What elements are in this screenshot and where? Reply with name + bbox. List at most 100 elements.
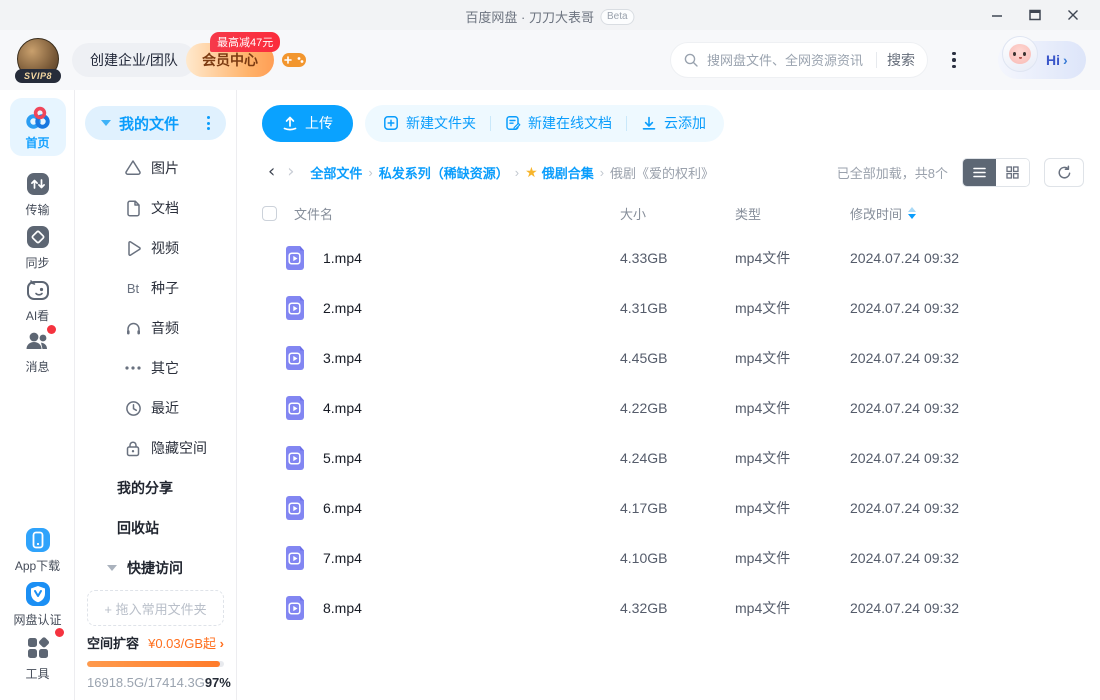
window-controls bbox=[978, 0, 1092, 30]
file-name: 8.mp4 bbox=[323, 600, 362, 616]
file-size: 4.33GB bbox=[620, 250, 735, 266]
file-row[interactable]: 4.mp4 4.22GB mp4文件 2024.07.24 09:32 bbox=[262, 383, 1084, 433]
sidebar-category-list: 图片 文档 视频 Bt 种子 音频 bbox=[75, 148, 236, 548]
messages-icon bbox=[24, 327, 52, 355]
breadcrumb-collection[interactable]: 俄剧合集 bbox=[542, 163, 594, 182]
file-row[interactable]: 8.mp4 4.32GB mp4文件 2024.07.24 09:32 bbox=[262, 583, 1084, 633]
svip-badge: SVIP8 bbox=[15, 69, 61, 83]
list-view-button[interactable] bbox=[963, 159, 996, 186]
nav-back-button[interactable]: ‹ bbox=[262, 163, 281, 181]
file-size: 4.45GB bbox=[620, 350, 735, 366]
rail-item-ai-view[interactable]: AI看 bbox=[0, 276, 75, 324]
star-icon: ★ bbox=[525, 164, 538, 181]
breadcrumb-current: 俄剧《爱的权利》 bbox=[610, 163, 714, 182]
rail-item-transfer[interactable]: 传输 bbox=[0, 170, 75, 218]
my-files-more-icon[interactable] bbox=[203, 112, 214, 134]
sidebar-item-recycle-bin[interactable]: 回收站 bbox=[75, 508, 236, 548]
user-greeting-pill[interactable]: Hi › bbox=[998, 41, 1086, 79]
header: SVIP8 创建企业/团队 会员中心 最高减47元 搜索 Hi bbox=[0, 30, 1100, 90]
storage-panel: 空间扩容 ¥0.03/GB起 › 16918.5G/17414.3G97% bbox=[75, 633, 236, 690]
file-row[interactable]: 2.mp4 4.31GB mp4文件 2024.07.24 09:32 bbox=[262, 283, 1084, 333]
storage-expand-link[interactable]: 空间扩容 ¥0.03/GB起 › bbox=[87, 633, 224, 652]
file-modified: 2024.07.24 09:32 bbox=[850, 250, 1084, 266]
more-menu-icon[interactable] bbox=[944, 48, 964, 72]
refresh-button[interactable] bbox=[1044, 158, 1084, 187]
grid-view-button[interactable] bbox=[996, 159, 1029, 186]
file-size: 4.31GB bbox=[620, 300, 735, 316]
sidebar-item-pictures[interactable]: 图片 bbox=[75, 148, 236, 188]
rail-item-sync[interactable]: 同步 bbox=[0, 223, 75, 271]
search-button[interactable]: 搜索 bbox=[887, 50, 915, 70]
column-modified: 修改时间 bbox=[850, 204, 902, 223]
minimize-button[interactable] bbox=[978, 0, 1016, 30]
search-icon bbox=[683, 52, 699, 68]
file-type: mp4文件 bbox=[735, 298, 850, 318]
vip-center-button[interactable]: 会员中心 最高减47元 bbox=[186, 43, 274, 77]
rail-item-tools[interactable]: 工具 bbox=[0, 634, 75, 682]
account-avatar[interactable]: SVIP8 bbox=[17, 38, 61, 82]
rail-item-certification[interactable]: 网盘认证 bbox=[0, 580, 75, 628]
sidebar-item-my-files[interactable]: 我的文件 bbox=[85, 106, 226, 140]
sidebar-item-my-shares[interactable]: 我的分享 bbox=[75, 468, 236, 508]
load-status-text: 已全部加载，共8个 bbox=[837, 163, 948, 182]
file-row[interactable]: 7.mp4 4.10GB mp4文件 2024.07.24 09:32 bbox=[262, 533, 1084, 583]
maximize-button[interactable] bbox=[1016, 0, 1054, 30]
close-button[interactable] bbox=[1054, 0, 1092, 30]
window-title: 百度网盘 · 刀刀大表哥 Beta bbox=[465, 7, 634, 26]
tools-notification-dot bbox=[55, 628, 64, 637]
clock-icon bbox=[123, 400, 143, 417]
rail-item-app-download[interactable]: App下载 bbox=[0, 526, 75, 574]
sidebar-item-quick-access[interactable]: 快捷访问 bbox=[75, 548, 236, 588]
file-name: 5.mp4 bbox=[323, 450, 362, 466]
quick-access-triangle-icon bbox=[107, 565, 117, 571]
cloud-add-button[interactable]: 云添加 bbox=[641, 113, 706, 133]
rail-item-messages[interactable]: 消息 bbox=[0, 327, 75, 375]
file-type: mp4文件 bbox=[735, 398, 850, 418]
sidebar: 我的文件 图片 文档 视频 bbox=[75, 90, 237, 700]
select-all-checkbox[interactable] bbox=[262, 206, 277, 221]
bt-icon: Bt bbox=[123, 281, 143, 296]
file-name: 7.mp4 bbox=[323, 550, 362, 566]
file-row[interactable]: 1.mp4 4.33GB mp4文件 2024.07.24 09:32 bbox=[262, 233, 1084, 283]
rail-item-home[interactable]: 首页 bbox=[0, 98, 75, 156]
nav-forward-button[interactable]: › bbox=[281, 163, 300, 181]
file-type: mp4文件 bbox=[735, 498, 850, 518]
sidebar-item-recent[interactable]: 最近 bbox=[75, 388, 236, 428]
netdisk-logo-icon bbox=[24, 104, 52, 132]
sort-icon[interactable] bbox=[908, 207, 916, 219]
sidebar-item-hidden-space[interactable]: 隐藏空间 bbox=[75, 428, 236, 468]
storage-progress-track bbox=[87, 661, 224, 667]
search-separator bbox=[876, 52, 877, 68]
storage-price: ¥0.03/GB起 › bbox=[148, 633, 224, 652]
videos-icon bbox=[123, 240, 143, 257]
refresh-icon bbox=[1057, 165, 1072, 180]
drag-folder-dropzone[interactable]: + 拖入常用文件夹 bbox=[87, 590, 224, 626]
sidebar-item-torrents[interactable]: Bt 种子 bbox=[75, 268, 236, 308]
upload-button[interactable]: 上传 bbox=[262, 105, 353, 142]
mp4-file-icon bbox=[283, 545, 307, 571]
game-icon[interactable] bbox=[281, 50, 307, 70]
sidebar-item-videos[interactable]: 视频 bbox=[75, 228, 236, 268]
file-modified: 2024.07.24 09:32 bbox=[850, 350, 1084, 366]
column-name: 文件名 bbox=[294, 204, 333, 223]
create-team-button[interactable]: 创建企业/团队 bbox=[72, 43, 196, 77]
tools-icon bbox=[24, 634, 52, 662]
file-type: mp4文件 bbox=[735, 448, 850, 468]
breadcrumb-series[interactable]: 私发系列（稀缺资源） bbox=[379, 163, 509, 182]
file-name: 4.mp4 bbox=[323, 400, 362, 416]
sidebar-item-others[interactable]: 其它 bbox=[75, 348, 236, 388]
file-row[interactable]: 6.mp4 4.17GB mp4文件 2024.07.24 09:32 bbox=[262, 483, 1084, 533]
file-list-header: 文件名 大小 类型 修改时间 bbox=[262, 193, 1084, 233]
mp4-file-icon bbox=[283, 395, 307, 421]
sidebar-item-audio[interactable]: 音频 bbox=[75, 308, 236, 348]
sidebar-item-documents[interactable]: 文档 bbox=[75, 188, 236, 228]
column-size: 大小 bbox=[620, 204, 735, 223]
new-folder-button[interactable]: 新建文件夹 bbox=[383, 113, 476, 133]
file-row[interactable]: 5.mp4 4.24GB mp4文件 2024.07.24 09:32 bbox=[262, 433, 1084, 483]
file-row[interactable]: 3.mp4 4.45GB mp4文件 2024.07.24 09:32 bbox=[262, 333, 1084, 383]
breadcrumb-all-files[interactable]: 全部文件 bbox=[310, 163, 362, 182]
ellipsis-icon bbox=[123, 365, 143, 371]
new-online-doc-button[interactable]: 新建在线文档 bbox=[505, 113, 612, 133]
beta-badge: Beta bbox=[600, 9, 635, 25]
search-input[interactable] bbox=[707, 53, 866, 68]
